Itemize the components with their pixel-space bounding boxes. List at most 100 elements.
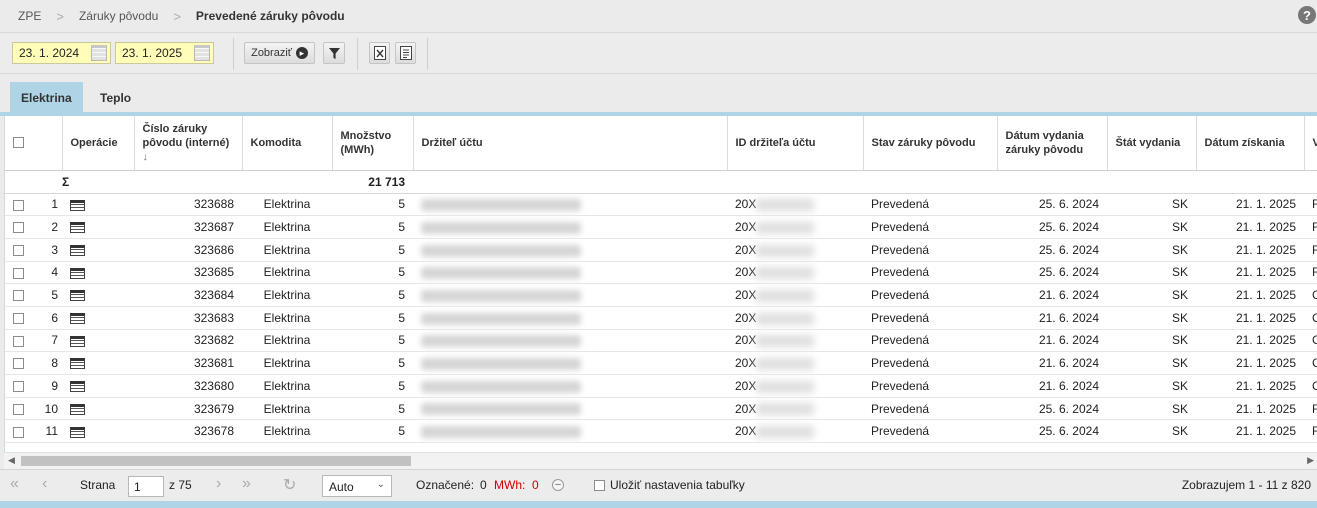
acquired-date-cell: 21. 1. 2025 xyxy=(1196,261,1304,285)
breadcrumb-current: Prevedené záruky pôvodu xyxy=(195,9,345,23)
date-from-input[interactable]: 23. 1. 2024 xyxy=(12,42,111,64)
row-number-wrap: 7 xyxy=(51,333,58,347)
row-select-cell[interactable]: 3 xyxy=(5,238,62,262)
col-header-number[interactable]: Číslo záruky pôvodu (interné) ↓ xyxy=(134,116,243,171)
tab-teplo[interactable]: Teplo xyxy=(89,82,142,112)
summary-cell xyxy=(1107,170,1196,194)
table-row[interactable]: 11 323678 Elektrina 5 20X Prevedená 25. 6. 202… xyxy=(5,419,1317,444)
issue-date-cell-value: 21. 6. 2024 xyxy=(1038,356,1099,371)
refresh-icon[interactable]: ↻ xyxy=(283,475,296,495)
row-select-cell[interactable]: 9 xyxy=(5,374,62,398)
row-checkbox[interactable] xyxy=(13,313,24,325)
breadcrumb-item-zpe[interactable]: ZPE xyxy=(18,9,41,23)
row-operations-icon[interactable] xyxy=(70,222,85,234)
col-header-holder-id[interactable]: ID držiteľa účtu xyxy=(727,116,864,171)
row-select-cell[interactable]: 10 xyxy=(5,397,62,421)
row-checkbox[interactable] xyxy=(13,199,24,211)
select-all-checkbox[interactable] xyxy=(13,137,24,149)
row-select-cell[interactable]: 2 xyxy=(5,215,62,239)
row-number xyxy=(62,397,134,421)
scroll-right-arrow-icon[interactable]: ▶ xyxy=(1307,455,1314,466)
filter-button[interactable] xyxy=(323,42,345,64)
row-checkbox[interactable] xyxy=(13,222,24,234)
row-number xyxy=(62,283,134,307)
row-number-wrap: 6 xyxy=(51,311,58,325)
rows-per-page-select[interactable]: Auto ⌄ xyxy=(322,475,392,497)
row-operations-icon[interactable] xyxy=(70,426,85,438)
row-operations-icon[interactable] xyxy=(70,358,85,370)
row-select-cell[interactable]: 5 xyxy=(5,283,62,307)
row-checkbox[interactable] xyxy=(13,381,24,393)
table-row[interactable]: 2 323687 Elektrina 5 20X Prevedená 25. 6. 2024… xyxy=(5,215,1317,239)
row-select-cell[interactable]: 7 xyxy=(5,329,62,353)
col-header-status[interactable]: Stav záruky pôvodu xyxy=(863,116,998,171)
calendar-icon[interactable] xyxy=(91,45,107,61)
row-checkbox[interactable] xyxy=(13,267,24,279)
export-excel-button[interactable] xyxy=(369,42,390,64)
row-select-cell[interactable]: 1 xyxy=(5,193,62,217)
table-row[interactable]: 3 323686 Elektrina 5 20X Prevedená 25. 6. 2024… xyxy=(5,238,1317,262)
row-operations-icon[interactable] xyxy=(70,245,85,257)
commodity-cell-value: Elektrina xyxy=(263,401,311,416)
row-select-cell[interactable]: 6 xyxy=(5,306,62,330)
row-checkbox[interactable] xyxy=(13,290,24,302)
row-operations-icon[interactable] xyxy=(70,313,85,325)
next-page-icon[interactable]: › xyxy=(216,475,221,493)
holder-id-cell: 20X xyxy=(727,193,863,217)
col-header-next[interactable]: V xyxy=(1304,116,1317,171)
calendar-icon[interactable] xyxy=(194,45,210,61)
row-select-cell[interactable]: 8 xyxy=(5,351,62,375)
col-header-holder[interactable]: Držiteľ účtu xyxy=(413,116,728,171)
tab-elektrina[interactable]: Elektrina xyxy=(10,82,83,112)
holder-id-cell-value: 20X xyxy=(735,401,757,416)
row-checkbox[interactable] xyxy=(13,245,24,257)
col-header-issue-date[interactable]: Dátum vydania záruky pôvodu xyxy=(997,116,1108,171)
col-header-commodity[interactable]: Komodita xyxy=(242,116,333,171)
holder-name-redacted xyxy=(421,312,581,325)
clear-selection-icon[interactable]: – xyxy=(552,479,564,491)
row-checkbox[interactable] xyxy=(13,335,24,347)
table-row[interactable]: 5 323684 Elektrina 5 20X Prevedená 21. 6. 2024… xyxy=(5,283,1317,307)
country-cell-value: SK xyxy=(1171,265,1188,280)
table-row[interactable]: 1 323688 Elektrina 5 20X Prevedená 25. 6. 2024… xyxy=(5,193,1317,217)
row-operations-icon[interactable] xyxy=(70,267,85,279)
scrollbar-thumb[interactable] xyxy=(21,456,411,466)
row-checkbox[interactable] xyxy=(13,426,24,438)
table-row[interactable]: 8 323681 Elektrina 5 20X Prevedená 21. 6. 2024… xyxy=(5,351,1317,375)
acquired-date-cell-value: 21. 1. 2025 xyxy=(1235,333,1296,348)
guarantee-number-value: 323683 xyxy=(193,310,234,325)
commodity-cell: Elektrina xyxy=(242,283,332,307)
col-header-operations[interactable]: Operácie xyxy=(62,116,135,171)
horizontal-scrollbar[interactable]: ◀ ▶ xyxy=(4,452,1317,469)
row-checkbox[interactable] xyxy=(13,403,24,415)
date-to-input[interactable]: 23. 1. 2025 xyxy=(115,42,214,64)
last-page-icon[interactable]: » xyxy=(242,475,251,493)
table-row[interactable]: 7 323682 Elektrina 5 20X Prevedená 21. 6. 2024… xyxy=(5,329,1317,353)
col-header-amount[interactable]: Množstvo (MWh) xyxy=(332,116,414,171)
breadcrumb-item-guarantees[interactable]: Záruky pôvodu xyxy=(79,9,158,23)
previous-page-icon[interactable]: ‹ xyxy=(42,475,47,493)
row-select-cell[interactable]: 4 xyxy=(5,261,62,285)
table-row[interactable]: 10 323679 Elektrina 5 20X Prevedená 25. 6. 202… xyxy=(5,397,1317,421)
first-page-icon[interactable]: « xyxy=(10,475,19,493)
table-row[interactable]: 9 323680 Elektrina 5 20X Prevedená 21. 6. 2024… xyxy=(5,374,1317,398)
row-operations-icon[interactable] xyxy=(70,403,85,415)
row-operations-icon[interactable] xyxy=(70,335,85,347)
acquired-date-cell: 21. 1. 2025 xyxy=(1196,419,1304,444)
col-header-country[interactable]: Štát vydania xyxy=(1107,116,1197,171)
show-button[interactable]: Zobraziť ▸ xyxy=(244,42,315,64)
row-operations-icon[interactable] xyxy=(70,381,85,393)
col-header-acquired-date[interactable]: Dátum získania xyxy=(1196,116,1305,171)
row-checkbox[interactable] xyxy=(13,358,24,370)
row-operations-icon[interactable] xyxy=(70,290,85,302)
scroll-left-arrow-icon[interactable]: ◀ xyxy=(8,455,15,466)
help-icon[interactable]: ? xyxy=(1298,6,1316,24)
save-settings-checkbox[interactable] xyxy=(594,480,605,491)
row-number xyxy=(62,419,134,444)
row-select-cell[interactable]: 11 xyxy=(5,419,62,444)
table-row[interactable]: 4 323685 Elektrina 5 20X Prevedená 25. 6. 2024… xyxy=(5,261,1317,285)
row-operations-icon[interactable] xyxy=(70,199,85,211)
table-row[interactable]: 6 323683 Elektrina 5 20X Prevedená 21. 6. 2024… xyxy=(5,306,1317,330)
export-document-button[interactable] xyxy=(395,42,416,64)
page-number-input[interactable]: 1 xyxy=(128,476,164,497)
